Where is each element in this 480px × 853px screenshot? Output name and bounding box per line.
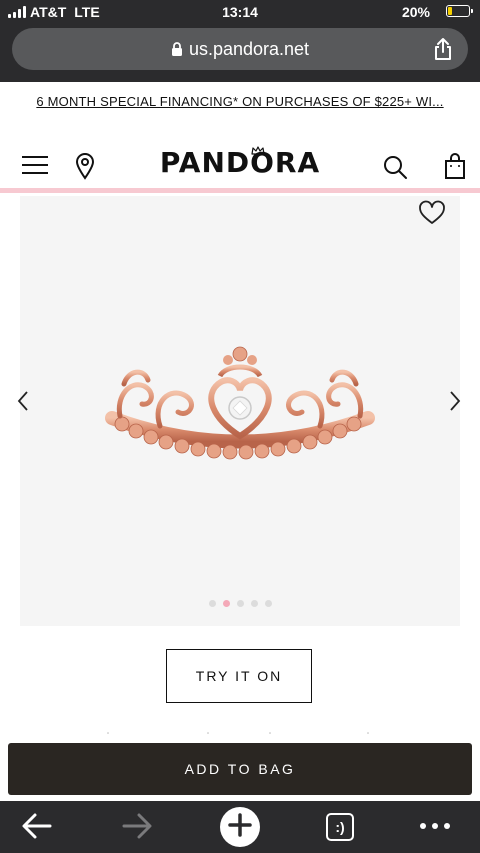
shopping-bag-icon[interactable] — [444, 152, 466, 185]
address-bar[interactable]: us.pandora.net — [12, 28, 468, 70]
carousel-dot[interactable] — [208, 600, 216, 607]
promo-banner[interactable]: 6 MONTH SPECIAL FINANCING* ON PURCHASES … — [0, 82, 480, 120]
url-text: us.pandora.net — [188, 38, 310, 59]
carousel-dot[interactable] — [250, 600, 258, 607]
carousel-dot[interactable] — [236, 600, 244, 607]
battery-icon — [446, 5, 473, 17]
crown-icon — [251, 142, 265, 160]
pandora-logo[interactable]: PANDORA — [0, 146, 480, 179]
carousel-dots — [0, 600, 480, 607]
battery-level-fill — [448, 7, 452, 15]
tiara-ring-image — [105, 346, 375, 460]
browser-top-bar: AT&T LTE 13:14 20% us.pandora.net — [0, 0, 480, 82]
lock-icon — [171, 41, 183, 57]
promo-text[interactable]: 6 MONTH SPECIAL FINANCING* ON PURCHASES … — [36, 94, 443, 109]
content-divider — [107, 732, 369, 734]
plus-icon — [227, 812, 253, 843]
share-icon[interactable] — [432, 37, 454, 66]
address-bar-content: us.pandora.net — [12, 28, 468, 70]
carousel-dot[interactable] — [264, 600, 272, 607]
new-tab-button[interactable] — [220, 807, 260, 847]
chevron-left-icon[interactable] — [16, 390, 30, 417]
more-icon[interactable] — [420, 823, 450, 829]
carousel-dot[interactable] — [222, 600, 230, 607]
back-arrow-icon[interactable] — [20, 811, 54, 846]
battery-percent: 20% — [401, 4, 430, 20]
site-header: PANDORA — [0, 140, 480, 190]
tabs-icon[interactable]: :) — [326, 813, 354, 841]
browser-bottom-toolbar: :) — [0, 801, 480, 853]
header-accent-line — [0, 188, 480, 193]
chevron-right-icon[interactable] — [448, 390, 462, 417]
search-icon[interactable] — [382, 154, 408, 185]
forward-arrow-icon[interactable] — [120, 811, 154, 846]
heart-icon[interactable] — [418, 200, 446, 231]
add-to-bag-button[interactable]: ADD TO BAG — [8, 743, 472, 795]
try-it-on-button[interactable]: TRY IT ON — [166, 649, 312, 703]
